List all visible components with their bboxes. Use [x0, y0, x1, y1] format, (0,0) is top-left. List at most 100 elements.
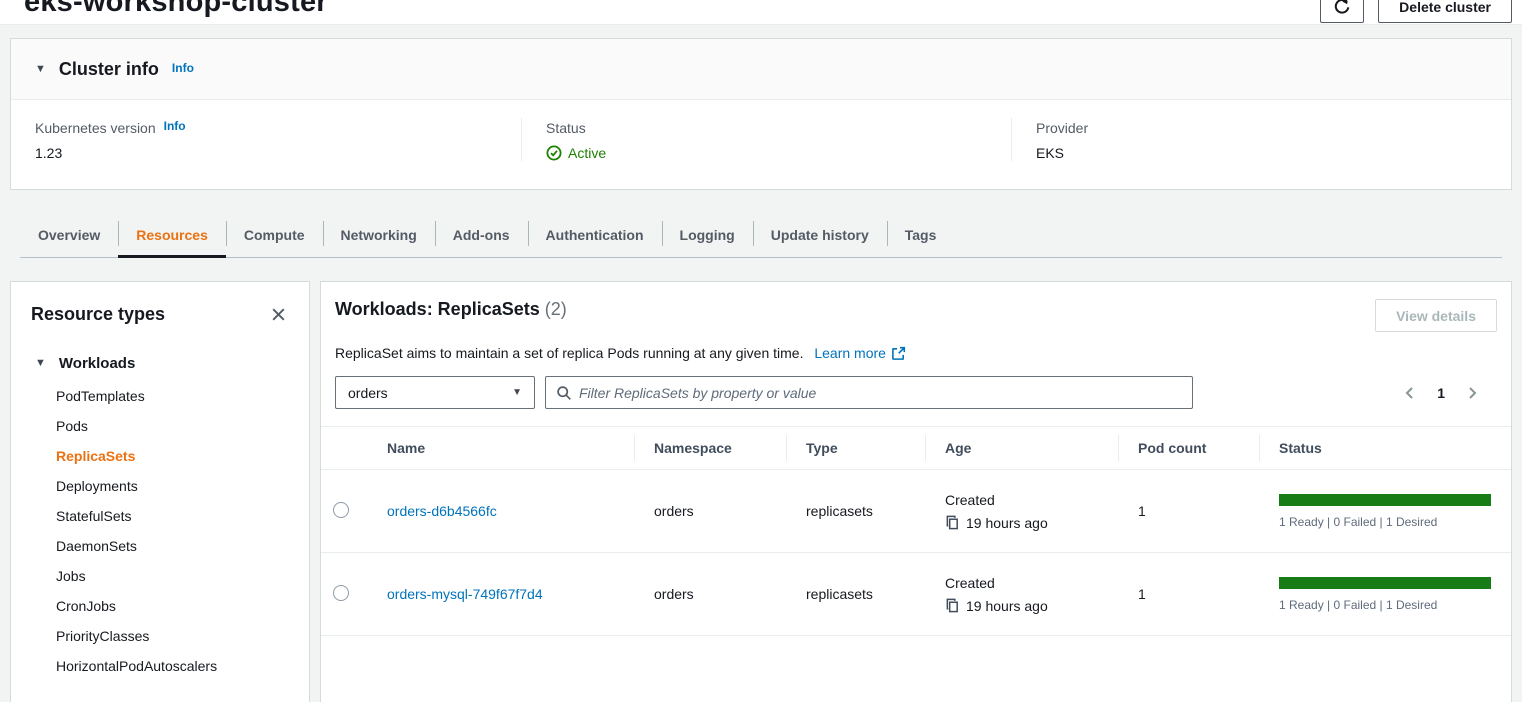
status-text: 1 Ready | 0 Failed | 1 Desired	[1279, 598, 1491, 612]
status-bar	[1279, 494, 1491, 506]
sidebar-item-deployments[interactable]: Deployments	[56, 471, 289, 501]
age-cell: Created 19 hours ago	[925, 492, 1118, 531]
sidebar-item-horizontalpodautoscalers[interactable]: HorizontalPodAutoscalers	[56, 651, 289, 681]
panel-title: Workloads: ReplicaSets (2)	[335, 299, 567, 320]
sidebar-item-daemonsets[interactable]: DaemonSets	[56, 531, 289, 561]
namespace-filter-value: orders	[348, 385, 388, 401]
cluster-info-card: Cluster info Info Kubernetes version Inf…	[10, 38, 1512, 190]
kubernetes-version-value: 1.23	[35, 145, 521, 161]
status-cell: 1 Ready | 0 Failed | 1 Desired	[1259, 494, 1511, 529]
caret-down-icon	[35, 358, 46, 369]
pod-count-cell: 1	[1118, 503, 1259, 519]
page-title: eks-workshop-cluster	[24, 0, 328, 19]
resource-types-title: Resource types	[31, 304, 165, 325]
namespace-cell: orders	[634, 503, 786, 519]
row-radio-button[interactable]	[333, 502, 349, 518]
tab-add-ons[interactable]: Add-ons	[435, 212, 528, 257]
refresh-button[interactable]	[1320, 0, 1364, 23]
view-details-button[interactable]: View details	[1375, 299, 1497, 332]
type-cell: replicasets	[786, 503, 925, 519]
sidebar-item-replicasets[interactable]: ReplicaSets	[56, 441, 289, 471]
tab-compute[interactable]: Compute	[226, 212, 323, 257]
current-page-number[interactable]: 1	[1437, 385, 1445, 401]
next-page-button[interactable]	[1462, 383, 1482, 403]
workloads-items: PodTemplates Pods ReplicaSets Deployment…	[31, 381, 289, 681]
external-link-icon	[891, 346, 906, 361]
sidebar-group-workloads[interactable]: Workloads	[31, 355, 289, 372]
column-header-age[interactable]: Age	[925, 427, 1118, 469]
workloads-group-label: Workloads	[59, 355, 135, 372]
close-icon	[270, 306, 287, 323]
namespace-filter-dropdown[interactable]: orders	[335, 376, 535, 409]
row-radio-button[interactable]	[333, 585, 349, 601]
column-header-status[interactable]: Status	[1259, 427, 1511, 469]
provider-value: EKS	[1036, 145, 1511, 161]
replicaset-name-link[interactable]: orders-d6b4566fc	[387, 503, 497, 519]
copy-icon[interactable]	[945, 598, 960, 613]
age-cell: Created 19 hours ago	[925, 575, 1118, 614]
caret-down-icon	[35, 64, 46, 75]
resource-types-panel: Resource types Workloads PodTemplates Po…	[10, 281, 310, 702]
sidebar-item-statefulsets[interactable]: StatefulSets	[56, 501, 289, 531]
tab-logging[interactable]: Logging	[662, 212, 753, 257]
table-row: orders-mysql-749f67f7d4 orders replicase…	[321, 553, 1511, 636]
status-label: Status	[546, 120, 586, 136]
search-icon	[556, 385, 572, 401]
sidebar-item-jobs[interactable]: Jobs	[56, 561, 289, 591]
tab-resources[interactable]: Resources	[118, 212, 226, 257]
pagination: 1	[1400, 383, 1497, 403]
status-value: Active	[568, 145, 606, 161]
search-input[interactable]	[579, 385, 1182, 401]
kubernetes-version-label: Kubernetes version	[35, 120, 156, 136]
kubernetes-version-info-link[interactable]: Info	[164, 119, 186, 133]
replicasets-panel: Workloads: ReplicaSets (2) View details …	[320, 281, 1512, 702]
page-header: eks-workshop-cluster Delete cluster	[0, 0, 1522, 25]
replicaset-name-link[interactable]: orders-mysql-749f67f7d4	[387, 586, 543, 602]
delete-cluster-button[interactable]: Delete cluster	[1378, 0, 1512, 23]
cluster-info-info-link[interactable]: Info	[172, 61, 194, 75]
tab-tags[interactable]: Tags	[887, 212, 955, 257]
cluster-info-body: Kubernetes version Info 1.23 Status	[11, 100, 1511, 189]
tab-networking[interactable]: Networking	[323, 212, 435, 257]
sidebar-item-podtemplates[interactable]: PodTemplates	[56, 381, 289, 411]
filter-search[interactable]	[545, 376, 1193, 409]
sidebar-item-priorityclasses[interactable]: PriorityClasses	[56, 621, 289, 651]
dropdown-caret-icon	[512, 388, 522, 398]
namespace-cell: orders	[634, 586, 786, 602]
column-header-pod-count[interactable]: Pod count	[1118, 427, 1259, 469]
age-value: 19 hours ago	[966, 515, 1048, 531]
cluster-info-title: Cluster info	[59, 59, 159, 80]
panel-description: ReplicaSet aims to maintain a set of rep…	[335, 345, 803, 361]
age-label: Created	[945, 575, 1118, 591]
learn-more-link[interactable]: Learn more	[814, 345, 906, 361]
copy-icon[interactable]	[945, 515, 960, 530]
kubernetes-version-field: Kubernetes version Info 1.23	[11, 118, 521, 161]
table-row: orders-d6b4566fc orders replicasets Crea…	[321, 470, 1511, 553]
replicasets-table: Name Namespace Type Age Pod count Status…	[321, 426, 1511, 636]
cluster-tabs: Overview Resources Compute Networking Ad…	[20, 212, 1502, 258]
status-field: Status Active	[521, 118, 1011, 161]
age-label: Created	[945, 492, 1118, 508]
tab-update-history[interactable]: Update history	[753, 212, 887, 257]
sidebar-item-cronjobs[interactable]: CronJobs	[56, 591, 289, 621]
provider-label: Provider	[1036, 120, 1088, 136]
provider-field: Provider EKS	[1011, 118, 1511, 161]
status-text: 1 Ready | 0 Failed | 1 Desired	[1279, 515, 1491, 529]
status-bar	[1279, 577, 1491, 589]
column-header-namespace[interactable]: Namespace	[634, 427, 786, 469]
age-value: 19 hours ago	[966, 598, 1048, 614]
previous-page-button[interactable]	[1400, 383, 1420, 403]
type-cell: replicasets	[786, 586, 925, 602]
column-header-name[interactable]: Name	[373, 427, 634, 469]
pod-count-cell: 1	[1118, 586, 1259, 602]
header-actions: Delete cluster	[1320, 0, 1512, 23]
sidebar-item-pods[interactable]: Pods	[56, 411, 289, 441]
status-cell: 1 Ready | 0 Failed | 1 Desired	[1259, 577, 1511, 612]
tab-authentication[interactable]: Authentication	[528, 212, 662, 257]
eks-cluster-page: eks-workshop-cluster Delete cluster Clus…	[0, 0, 1522, 702]
column-header-type[interactable]: Type	[786, 427, 925, 469]
status-active-icon	[546, 145, 562, 161]
close-panel-button[interactable]	[268, 304, 289, 325]
cluster-info-header[interactable]: Cluster info Info	[11, 39, 1511, 100]
tab-overview[interactable]: Overview	[20, 212, 118, 257]
